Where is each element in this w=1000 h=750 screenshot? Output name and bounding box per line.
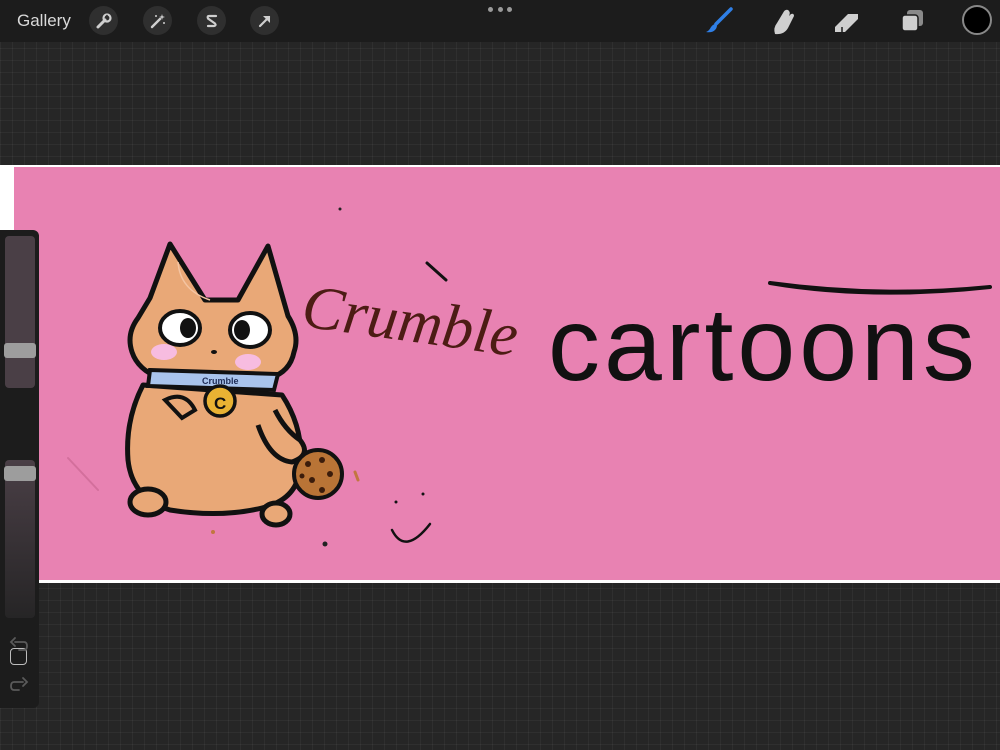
transform-button[interactable] xyxy=(250,6,279,35)
dot-icon xyxy=(507,6,512,12)
brush-tool-button[interactable] xyxy=(702,4,736,38)
drawing-canvas[interactable] xyxy=(14,167,1000,580)
actions-button[interactable] xyxy=(89,6,118,35)
brush-icon xyxy=(706,7,733,33)
brush-opacity-thumb[interactable] xyxy=(4,466,36,481)
dot-icon xyxy=(497,6,503,12)
gallery-button[interactable]: Gallery xyxy=(17,11,71,31)
brush-size-thumb[interactable] xyxy=(4,343,36,358)
undo-icon[interactable] xyxy=(9,636,29,654)
smudge-tool-button[interactable] xyxy=(766,4,800,38)
redo-icon[interactable] xyxy=(9,676,29,694)
color-picker-button[interactable] xyxy=(962,5,992,35)
brush-size-slider[interactable] xyxy=(5,236,35,388)
layers-icon xyxy=(901,10,923,32)
magic-wand-icon xyxy=(150,13,165,28)
smudge-finger-icon xyxy=(774,9,794,35)
adjustments-button[interactable] xyxy=(143,6,172,35)
selection-button[interactable] xyxy=(197,6,226,35)
wrench-icon xyxy=(96,12,112,28)
more-options-dots[interactable] xyxy=(488,2,512,16)
eraser-tool-button[interactable] xyxy=(830,4,864,38)
brush-opacity-slider[interactable] xyxy=(5,460,35,618)
top-toolbar: Gallery xyxy=(0,0,1000,42)
layers-button[interactable] xyxy=(895,4,929,38)
brush-sidebar xyxy=(0,230,39,708)
selection-s-icon xyxy=(206,14,217,27)
dot-icon xyxy=(488,6,493,12)
eraser-icon xyxy=(835,14,858,32)
arrow-cursor-icon xyxy=(258,15,270,27)
